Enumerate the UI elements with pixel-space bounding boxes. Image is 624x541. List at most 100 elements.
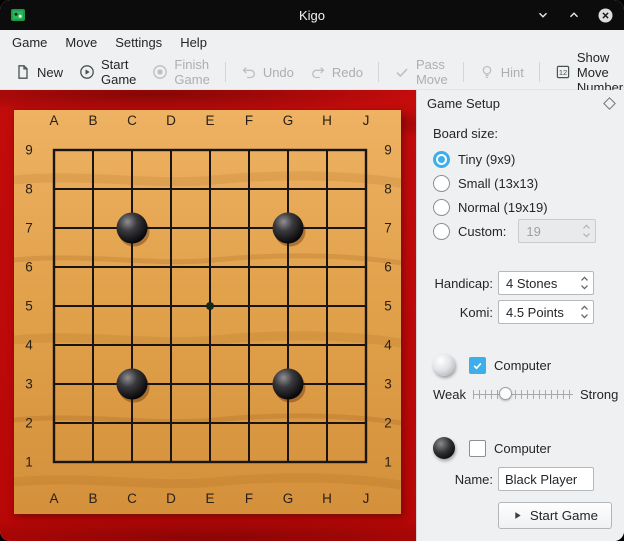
panel-title: Game Setup xyxy=(427,96,500,111)
white-computer-checkbox[interactable] xyxy=(469,357,486,374)
strength-slider[interactable] xyxy=(473,386,573,402)
radio-button-custom[interactable] xyxy=(433,223,450,240)
menu-item-move[interactable]: Move xyxy=(57,32,105,53)
black-name-input[interactable] xyxy=(498,467,594,491)
minimize-button[interactable] xyxy=(534,6,552,24)
white-computer-option[interactable]: Computer xyxy=(469,357,551,374)
spin-arrows-icon[interactable] xyxy=(576,301,593,323)
black-computer-label: Computer xyxy=(494,441,551,456)
strength-slider-row: Weak Strong xyxy=(433,385,612,403)
close-button[interactable] xyxy=(596,6,614,24)
slider-handle[interactable] xyxy=(499,387,512,400)
svg-text:5: 5 xyxy=(25,299,33,314)
redo-arrow-icon xyxy=(310,64,326,80)
toolbar-button-label: Start Game xyxy=(101,57,136,87)
window-title: Kigo xyxy=(0,8,624,23)
black-computer-checkbox[interactable] xyxy=(469,440,486,457)
start-game-button[interactable]: Start Game xyxy=(498,502,612,529)
svg-text:J: J xyxy=(363,491,370,506)
go-board[interactable]: AABBCCDDEEFFGGHHJJ998877665544332211 xyxy=(14,110,401,514)
radio-button-normal-19x19[interactable] xyxy=(433,199,450,216)
svg-text:D: D xyxy=(166,113,176,128)
svg-text:7: 7 xyxy=(25,221,33,236)
toolbar-button-start-game[interactable]: Start Game xyxy=(72,53,143,91)
svg-text:1: 1 xyxy=(25,455,33,470)
svg-text:6: 6 xyxy=(384,260,392,275)
komi-value: 4.5 Points xyxy=(506,305,576,320)
toolbar-button-label: Redo xyxy=(332,65,363,80)
svg-text:D: D xyxy=(166,491,176,506)
handicap-spinbox[interactable]: 4 Stones xyxy=(498,271,594,295)
board-size-label: Board size: xyxy=(433,126,612,141)
svg-text:E: E xyxy=(205,113,214,128)
svg-text:C: C xyxy=(127,491,137,506)
toolbar-button-redo: Redo xyxy=(303,60,370,84)
svg-text:H: H xyxy=(322,491,332,506)
svg-text:J: J xyxy=(363,113,370,128)
menu-item-game[interactable]: Game xyxy=(4,32,55,53)
radio-option-small-13x13[interactable]: Small (13x13) xyxy=(433,171,612,195)
weak-label: Weak xyxy=(433,387,466,402)
toolbar-button-label: Finish Game xyxy=(174,57,209,87)
svg-text:3: 3 xyxy=(25,377,33,392)
svg-text:F: F xyxy=(245,113,253,128)
toolbar-button-label: Show Move Numbers xyxy=(577,50,624,95)
stop-circle-icon xyxy=(152,64,168,80)
svg-text:9: 9 xyxy=(25,143,33,158)
menu-item-settings[interactable]: Settings xyxy=(107,32,170,53)
radio-label-custom: Custom: xyxy=(458,224,506,239)
svg-text:1: 1 xyxy=(384,455,392,470)
radio-button-small-13x13[interactable] xyxy=(433,175,450,192)
radio-button-tiny-9x9[interactable] xyxy=(433,151,450,168)
toolbar-button-label: New xyxy=(37,65,63,80)
radio-option-normal-19x19[interactable]: Normal (19x19) xyxy=(433,195,612,219)
name-label: Name: xyxy=(433,472,493,487)
maximize-button[interactable] xyxy=(565,6,583,24)
float-panel-icon[interactable] xyxy=(603,97,616,110)
main-area: AABBCCDDEEFFGGHHJJ998877665544332211 Gam… xyxy=(0,90,624,541)
menu-item-help[interactable]: Help xyxy=(172,32,215,53)
kigo-window: Kigo GameMoveSettingsHelp New Start Game F… xyxy=(0,0,624,541)
svg-text:12: 12 xyxy=(559,68,567,77)
undo-arrow-icon xyxy=(241,64,257,80)
board-background: AABBCCDDEEFFGGHHJJ998877665544332211 xyxy=(0,90,416,541)
svg-text:B: B xyxy=(88,113,97,128)
radio-label: Small (13x13) xyxy=(458,176,538,191)
toolbar-button-new[interactable]: New xyxy=(8,60,70,84)
handicap-row: Handicap: 4 Stones xyxy=(433,271,612,295)
toolbar-button-label: Pass Move xyxy=(416,57,448,87)
menubar: GameMoveSettingsHelp xyxy=(0,30,624,55)
start-row: Start Game xyxy=(433,502,612,529)
svg-text:5: 5 xyxy=(384,299,392,314)
svg-text:G: G xyxy=(283,113,294,128)
toolbar-button-hint: Hint xyxy=(472,60,531,84)
radio-option-custom[interactable]: Custom: 19 xyxy=(433,219,612,243)
custom-size-spinbox: 19 xyxy=(518,219,596,243)
svg-text:C: C xyxy=(127,113,137,128)
svg-text:6: 6 xyxy=(25,260,33,275)
board-size-options: Tiny (9x9) Small (13x13) Normal (19x19) xyxy=(433,147,612,219)
black-name-row: Name: xyxy=(433,467,612,491)
panel-header: Game Setup xyxy=(417,90,624,116)
svg-text:9: 9 xyxy=(384,143,392,158)
game-setup-panel: Game Setup Board size: Tiny (9x9) Small (… xyxy=(416,90,624,541)
white-player-row: Computer xyxy=(433,354,612,376)
spin-arrows-icon xyxy=(578,220,595,242)
slider-track[interactable] xyxy=(473,390,573,399)
svg-text:7: 7 xyxy=(384,221,392,236)
titlebar: Kigo xyxy=(0,0,624,30)
svg-text:3: 3 xyxy=(384,377,392,392)
custom-size-value: 19 xyxy=(526,224,578,239)
svg-text:8: 8 xyxy=(384,182,392,197)
white-stone-icon xyxy=(433,354,455,376)
svg-text:A: A xyxy=(49,113,58,128)
radio-label: Tiny (9x9) xyxy=(458,152,515,167)
svg-text:B: B xyxy=(88,491,97,506)
move-numbers-icon: 12 xyxy=(555,64,571,80)
radio-option-tiny-9x9[interactable]: Tiny (9x9) xyxy=(433,147,612,171)
handicap-label: Handicap: xyxy=(433,276,493,291)
lightbulb-icon xyxy=(479,64,495,80)
black-computer-option[interactable]: Computer xyxy=(469,440,551,457)
spin-arrows-icon[interactable] xyxy=(576,272,593,294)
komi-spinbox[interactable]: 4.5 Points xyxy=(498,300,594,324)
